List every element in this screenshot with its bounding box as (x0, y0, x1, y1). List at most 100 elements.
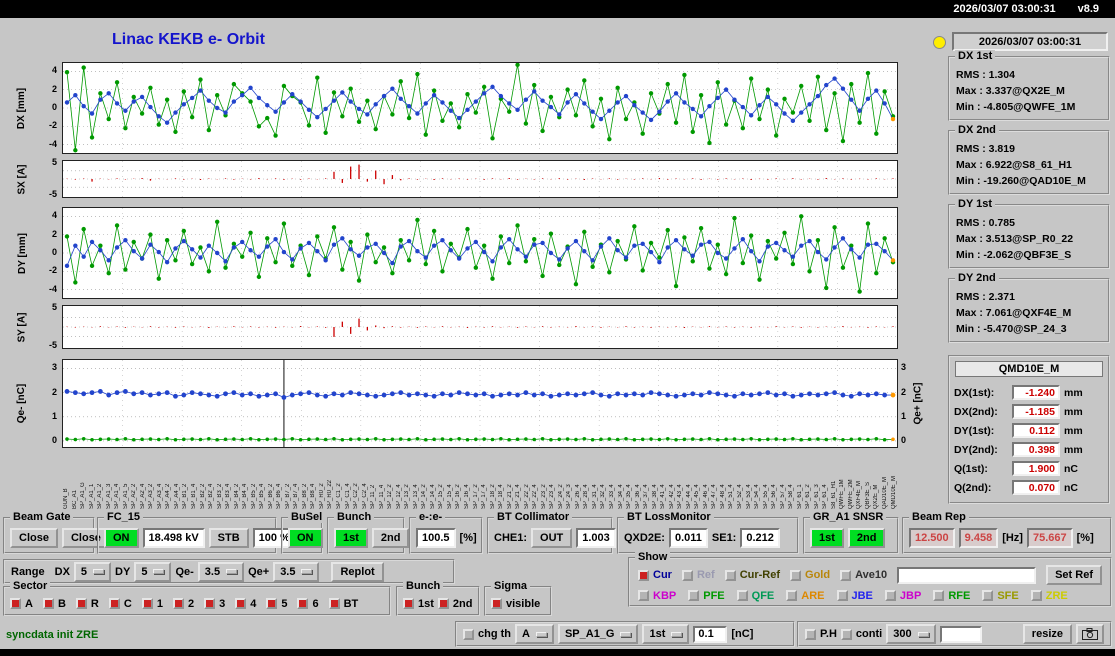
chg-th-checkbox[interactable]: chg th (463, 628, 511, 640)
range-group: Range DX 5 DY 5 Qe- 3.5 Qe+ 3.5 Replot (3, 559, 455, 584)
y-tick-label: -4 (48, 283, 57, 294)
monitor-name-label: SP_C1_4 (344, 483, 351, 509)
sector-label: 3 (219, 597, 226, 610)
count-input[interactable] (939, 625, 982, 643)
stat-panel-title: DX 1st (955, 50, 996, 62)
show-checkbox-qfe[interactable]: QFE (736, 590, 774, 602)
monitor-label: DX(1st): (954, 386, 995, 399)
conti-checkbox[interactable]: conti (840, 628, 882, 640)
gr-snsr-2nd-button[interactable]: 2nd (847, 528, 886, 548)
show-checkbox-cur[interactable]: Cur (638, 569, 672, 581)
nc-unit-label: [nC] (731, 628, 754, 640)
y-tick-label: -5 (48, 189, 57, 200)
stat-panel: DY 2nd RMS : 2.371 Max : 7.061@QXF4E_M Min … (948, 272, 1110, 343)
sector-checkbox-c[interactable]: C (108, 598, 132, 610)
bunch-select[interactable]: 1st (642, 624, 690, 644)
sector-checkbox-2[interactable]: 2 (172, 598, 194, 610)
dx-orbit-plot[interactable] (62, 62, 898, 154)
snapshot-camera-button[interactable] (1076, 624, 1104, 644)
monitor-name-label: QMD10E_M (890, 475, 897, 509)
ee-ratio-value: 100.5 (416, 528, 456, 548)
monitor-name-label: SP_18_4 (498, 484, 505, 509)
fc15-group: FC_15 ON 18.498 kV STB 100 % (97, 511, 296, 554)
sector-select[interactable]: A (515, 624, 554, 644)
interval-select[interactable]: 300 (886, 624, 936, 644)
show-checkbox-ref[interactable]: Ref (681, 569, 715, 581)
sy-axis-title: SY [A] (16, 312, 28, 342)
resize-button[interactable]: resize (1022, 624, 1072, 644)
stat-panel: DX 2nd RMS : 3.819 Max : 6.922@S8_61_H1 Min… (948, 124, 1110, 195)
monitor-name-label: SP_A1_1 (88, 483, 95, 509)
replot-button[interactable]: Replot (331, 561, 384, 582)
sy-steering-plot[interactable] (62, 305, 898, 349)
sector-checkbox-5[interactable]: 5 (266, 598, 287, 610)
sector-checkbox-r[interactable]: R (75, 598, 99, 610)
show-checkbox-kbp[interactable]: KBP (638, 590, 676, 602)
dy-orbit-plot[interactable] (62, 207, 898, 299)
ph-checkbox[interactable]: P.H (805, 628, 837, 640)
beam-rep-value-2: 9.458 (958, 528, 999, 548)
che1-out-button[interactable]: OUT (531, 528, 573, 548)
range-dx-select[interactable]: 5 (73, 561, 112, 582)
range-qe-plus-select[interactable]: 3.5 (273, 561, 320, 582)
bunch-1st-button[interactable]: 1st (334, 528, 368, 548)
sector-group: Sector A B R C 1 2 3 4 5 6 BT (3, 580, 391, 616)
beam-gate-close-1-button[interactable]: Close (10, 528, 58, 548)
busel-group-title: BuSel (288, 511, 326, 523)
gr-snsr-1st-button[interactable]: 1st (810, 528, 844, 548)
monitor-row: Q(1st): 1.900 nC (954, 459, 1104, 478)
show-checkbox-jbe[interactable]: JBE (836, 590, 873, 602)
monitor-row: DX(1st): -1.240 mm (954, 383, 1104, 402)
beam-rep-value-3: 75.667 (1026, 528, 1073, 548)
range-qe-minus-label: Qe- (175, 565, 194, 578)
sx-steering-plot[interactable] (62, 160, 898, 198)
show-checkbox-jbp[interactable]: JBP (884, 589, 922, 602)
sector-label: 1 (156, 597, 163, 610)
sy-axis-ticks: 5 -5 (38, 302, 59, 350)
show-checkbox-sfe[interactable]: SFE (982, 590, 1019, 602)
sector-checkbox-6[interactable]: 6 (297, 598, 319, 610)
sector-checkbox-a[interactable]: A (10, 598, 33, 610)
show-label: ARE (801, 589, 825, 602)
show-checkbox-are[interactable]: ARE (786, 589, 825, 602)
stat-panel-title: DY 1st (955, 198, 996, 210)
bunch-1st-checkbox[interactable]: 1st (403, 598, 434, 610)
beam-rep-hz-unit: [Hz] (1002, 532, 1023, 544)
y-tick-label: 0 (51, 102, 57, 112)
set-ref-input[interactable] (897, 566, 1037, 584)
gr-snsr-group: GR_A1 SNSR 1st 2nd (803, 511, 899, 554)
y-tick-label: -4 (48, 138, 57, 149)
monitor-select[interactable]: SP_A1_G (557, 624, 639, 644)
fc15-stb-button[interactable]: STB (208, 528, 249, 548)
range-qe-minus-select[interactable]: 3.5 (197, 561, 245, 582)
bt-collimator-group: BT Collimator CHE1: OUT 1.003 (487, 511, 616, 554)
sector-checkbox-4[interactable]: 4 (235, 598, 256, 610)
monitor-name-label: SP_17_2 (472, 484, 479, 509)
show-checkbox-ave10[interactable]: Ave10 (840, 569, 887, 581)
show-checkbox-rfe[interactable]: RFE (933, 590, 970, 602)
show-label: JBP (899, 589, 922, 602)
show-checkbox-zre[interactable]: ZRE (1030, 590, 1068, 602)
sector-checkbox-bt[interactable]: BT (328, 598, 358, 610)
range-dy-select[interactable]: 5 (134, 561, 172, 582)
bunch-2nd-checkbox[interactable]: 2nd (437, 598, 472, 610)
show-checkbox-pfe[interactable]: PFE (688, 590, 725, 602)
sector-checkbox-1[interactable]: 1 (141, 597, 163, 610)
fc15-on-button[interactable]: ON (104, 528, 139, 548)
show-checkbox-gold[interactable]: Gold (790, 569, 830, 581)
checkbox-icon (840, 569, 852, 581)
qe-minus-axis-ticks: 3 2 1 0 (38, 359, 59, 448)
busel-on-button[interactable]: ON (288, 528, 323, 548)
dx-axis-ticks: 4 2 0 -2 -4 (38, 62, 59, 154)
monitor-name-label: SP_36_4 (634, 484, 641, 509)
show-checkbox-cur-ref[interactable]: Cur-Ref (724, 569, 780, 581)
bunch-2nd-button[interactable]: 2nd (371, 528, 410, 548)
set-ref-button[interactable]: Set Ref (1046, 565, 1102, 585)
sigma-visible-checkbox[interactable]: visible (491, 598, 540, 610)
charge-plot[interactable] (62, 359, 898, 448)
sector-checkbox-b[interactable]: B (42, 598, 66, 610)
threshold-input[interactable] (693, 625, 728, 643)
page-title: Linac KEKB e- Orbit (112, 31, 265, 48)
checkbox-icon (328, 598, 340, 609)
sector-checkbox-3[interactable]: 3 (204, 598, 225, 610)
